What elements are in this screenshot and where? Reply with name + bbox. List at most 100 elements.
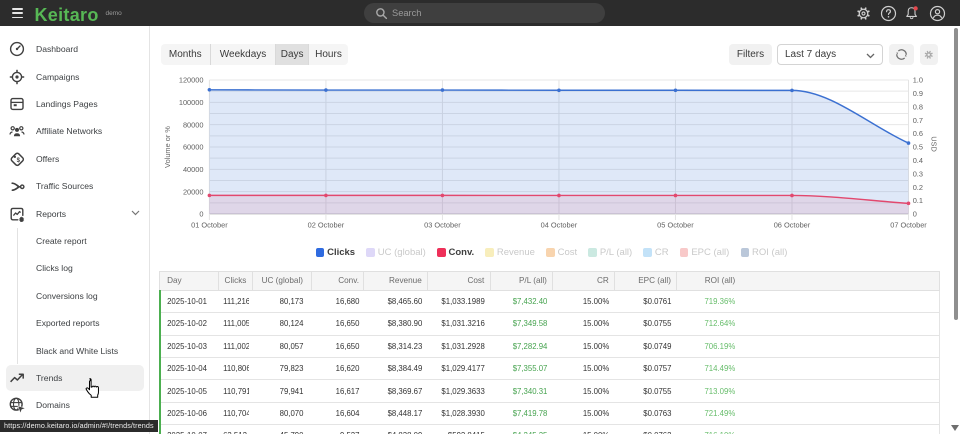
cell-day: 2025-10-07 <box>160 425 219 434</box>
legend-item-uc-global-[interactable]: UC (global) <box>366 247 426 258</box>
filters-button[interactable]: Filters <box>729 44 773 66</box>
cell-revenue: $8,448.17 <box>364 402 428 424</box>
vertical-scrollbar[interactable] <box>951 26 960 434</box>
sidebar-item-label: Offers <box>36 154 59 164</box>
column-header-conv-[interactable]: Conv. <box>312 271 364 290</box>
sidebar-item-exported-reports[interactable]: Exported reports <box>0 310 150 337</box>
cell-clicks-clipped: 111,002 <box>223 342 249 351</box>
legend-item-p-l-all-[interactable]: P/L (all) <box>588 247 632 258</box>
table-row[interactable]: 2025-10-02111,00580,12416,650$8,380.90$1… <box>160 313 940 335</box>
cell-conv-: 16,620 <box>312 357 364 379</box>
sidebar-item-label: Reports <box>36 209 66 219</box>
svg-text:0.4: 0.4 <box>913 156 923 165</box>
sidebar-item-clicks-log[interactable]: Clicks log <box>0 255 150 282</box>
cell-revenue: $4,838.09 <box>364 425 428 434</box>
account-icon[interactable] <box>929 5 946 22</box>
table-row[interactable]: 2025-10-0763,51245,7909,527$4,838.09$592… <box>160 425 940 434</box>
legend-item-clicks[interactable]: Clicks <box>316 247 356 258</box>
legend-item-revenue[interactable]: Revenue <box>485 247 535 258</box>
search-input[interactable]: Search <box>364 3 605 23</box>
svg-text:Volume or %: Volume or % <box>163 126 172 168</box>
sidebar-item-black-and-white-lists[interactable]: Black and White Lists <box>0 337 150 364</box>
scroll-down-arrow[interactable] <box>951 425 959 431</box>
cell-epc-all-: $0.0755 <box>615 380 677 402</box>
cell-cost: $1,033.1989 <box>428 290 491 312</box>
legend-label: Revenue <box>497 247 535 258</box>
gear-icon[interactable] <box>855 5 872 22</box>
cell-uc-global-: 45,790 <box>252 425 312 434</box>
cell-cost: $1,031.2928 <box>428 335 491 357</box>
column-header-epc-all-[interactable]: EPC (all) <box>615 271 677 290</box>
svg-text:0.9: 0.9 <box>913 89 923 98</box>
sidebar-item-landings-pages[interactable]: Landings Pages <box>0 90 150 117</box>
cell-cost: $1,029.3633 <box>428 380 491 402</box>
sidebar-item-campaigns[interactable]: Campaigns <box>0 63 150 90</box>
legend-item-cost[interactable]: Cost <box>546 247 577 258</box>
help-icon[interactable] <box>880 5 897 22</box>
legend-item-epc-all-[interactable]: EPC (all) <box>680 247 730 258</box>
trends-chart: 02000040000600008000010000012000000.10.2… <box>150 70 960 234</box>
chart-settings-button[interactable] <box>920 44 939 66</box>
cell-clicks-clipped: 111,216 <box>223 297 249 306</box>
cell-clicks: 63,512 <box>218 425 252 434</box>
cell-uc-global-: 79,941 <box>252 380 312 402</box>
period-tabs: MonthsWeekdaysDaysHours <box>161 44 348 66</box>
column-header-p-l-all-[interactable]: P/L (all) <box>490 271 553 290</box>
legend-item-conv-[interactable]: Conv. <box>437 247 474 258</box>
sidebar-item-trends[interactable]: Trends <box>0 364 150 391</box>
cell-filler <box>741 335 940 357</box>
tab-months[interactable]: Months <box>161 44 210 66</box>
column-header-cost[interactable]: Cost <box>428 271 491 290</box>
tab-hours[interactable]: Hours <box>308 44 348 66</box>
sidebar-item-create-report[interactable]: Create report <box>0 227 150 254</box>
column-header-day[interactable]: Day <box>160 271 219 290</box>
sidebar-item-domains[interactable]: Domains <box>0 392 150 419</box>
sidebar-item-traffic-sources[interactable]: Traffic Sources <box>0 173 150 200</box>
column-header-roi-all-[interactable]: ROI (all) <box>677 271 741 290</box>
svg-text:0.2: 0.2 <box>913 183 923 192</box>
cell-cr: 15.00% <box>553 380 615 402</box>
sidebar-item-reports[interactable]: Reports <box>0 200 150 227</box>
column-header-cr[interactable]: CR <box>553 271 615 290</box>
legend-swatch <box>643 248 652 257</box>
table-row[interactable]: 2025-10-03111,00280,05716,650$8,314.23$1… <box>160 335 940 357</box>
table-row[interactable]: 2025-10-06110,70480,07016,604$8,448.17$1… <box>160 402 940 424</box>
bell-icon[interactable] <box>904 5 921 22</box>
legend-label: CR <box>655 247 669 258</box>
column-header-filler <box>741 271 940 290</box>
column-header-clicks[interactable]: Clicks <box>218 271 252 290</box>
table-row[interactable]: 2025-10-04110,80679,82316,620$8,384.49$1… <box>160 357 940 379</box>
svg-text:0.1: 0.1 <box>913 196 923 205</box>
tab-days[interactable]: Days <box>275 44 308 66</box>
refresh-button[interactable] <box>889 44 914 66</box>
column-header-uc-global-[interactable]: UC (global) <box>252 271 312 290</box>
legend-label: P/L (all) <box>600 247 632 258</box>
svg-text:05 October: 05 October <box>657 221 694 230</box>
search-icon <box>375 7 388 20</box>
cell-epc-all-: $0.0749 <box>615 335 677 357</box>
date-range-select[interactable]: Last 7 days <box>777 44 884 66</box>
sidebar-item-label: Black and White Lists <box>36 346 118 356</box>
cell-roi-all-: 719.36% <box>677 290 741 312</box>
tab-weekdays[interactable]: Weekdays <box>210 44 276 66</box>
hamburger-menu-icon[interactable] <box>12 8 23 19</box>
cell-filler <box>741 290 940 312</box>
cell-epc-all-: $0.0762 <box>615 425 677 434</box>
legend-swatch <box>546 248 555 257</box>
cell-p-l-all-: $7,355.07 <box>490 357 553 379</box>
active-item-background <box>6 365 144 391</box>
cell-roi-all-: 712.64% <box>677 313 741 335</box>
date-range-value: Last 7 days <box>785 49 836 60</box>
legend-item-roi-all-[interactable]: ROI (all) <box>741 247 788 258</box>
column-header-revenue[interactable]: Revenue <box>364 271 428 290</box>
sidebar-item-offers[interactable]: $Offers <box>0 145 150 172</box>
cell-roi-all-: 716.10% <box>677 425 741 434</box>
legend-swatch <box>485 248 494 257</box>
sidebar-item-dashboard[interactable]: Dashboard <box>0 36 150 63</box>
scrollbar-thumb[interactable] <box>954 28 959 320</box>
sidebar-item-conversions-log[interactable]: Conversions log <box>0 282 150 309</box>
table-row[interactable]: 2025-10-05110,79179,94116,617$8,369.67$1… <box>160 380 940 402</box>
table-row[interactable]: 2025-10-01111,21680,17316,680$8,465.60$1… <box>160 290 940 312</box>
sidebar-item-affiliate-networks[interactable]: Affiliate Networks <box>0 118 150 145</box>
legend-item-cr[interactable]: CR <box>643 247 668 258</box>
